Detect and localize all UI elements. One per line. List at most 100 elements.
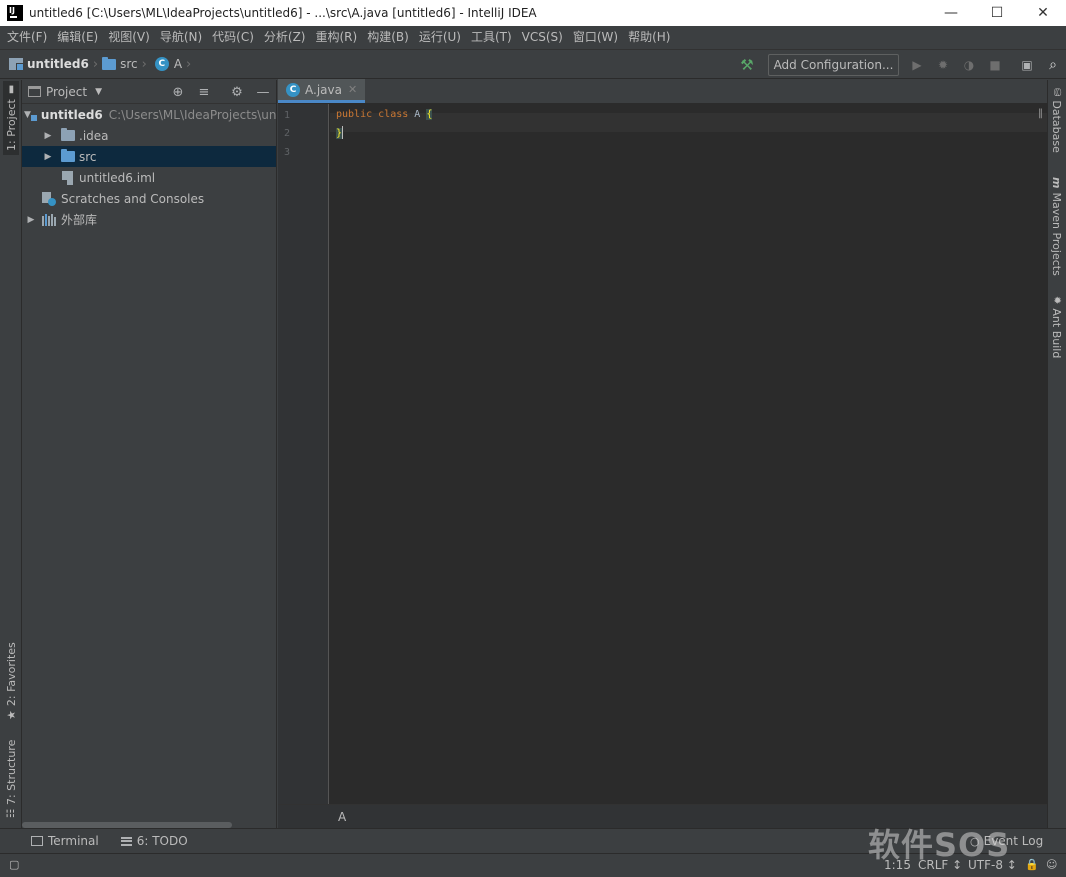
add-configuration-button[interactable]: Add Configuration...: [768, 54, 899, 76]
breadcrumb-src-label: src: [120, 57, 138, 71]
tree-row-src[interactable]: ▶ src: [22, 146, 276, 167]
tree-root-path: C:\Users\ML\IdeaProjects\untitled6: [108, 107, 276, 122]
tree-row-idea[interactable]: ▶ .idea: [22, 125, 276, 146]
project-panel-header: Project ▼ ⊕ ≡ ⚙ —: [22, 80, 276, 104]
tool-window-maven[interactable]: m Maven Projects: [1050, 177, 1064, 276]
breadcrumb-class[interactable]: C A: [154, 49, 183, 79]
right-tool-stripe: ⛁ Database m Maven Projects ✹ Ant Build: [1047, 80, 1066, 828]
close-button[interactable]: ✕: [1020, 0, 1066, 26]
watermark: 软件SOS: [868, 826, 1011, 864]
tree-row-iml[interactable]: untitled6.iml: [22, 167, 276, 188]
tool-window-structure[interactable]: ☷ 7: Structure: [3, 740, 19, 818]
project-tree: ▼ untitled6 C:\Users\ML\IdeaProjects\unt…: [22, 104, 276, 230]
tree-item-label: untitled6.iml: [79, 170, 156, 185]
tool-window-database[interactable]: ⛁ Database: [1050, 88, 1064, 153]
pause-icon[interactable]: ‖: [1038, 108, 1043, 119]
code-editor[interactable]: 1 2 3 public class A { } ‖: [278, 104, 1047, 804]
tree-row-external-libraries[interactable]: ▶ 外部库: [22, 209, 276, 230]
menu-bar: 文件(F) 编辑(E) 视图(V) 导航(N) 代码(C) 分析(Z) 重构(R…: [0, 26, 1066, 49]
debug-icon[interactable]: ✹: [934, 56, 952, 74]
close-tab-icon[interactable]: ✕: [348, 83, 357, 96]
tool-window-ant[interactable]: ✹ Ant Build: [1050, 296, 1064, 358]
menu-edit[interactable]: 编辑(E): [52, 26, 103, 49]
module-icon: [9, 58, 24, 71]
collapsed-arrow-icon[interactable]: ▶: [41, 152, 55, 162]
search-everywhere-icon[interactable]: ⌕: [1044, 56, 1062, 74]
menu-run[interactable]: 运行(U): [414, 26, 466, 49]
menu-navigate[interactable]: 导航(N): [155, 26, 207, 49]
star-icon: ★: [4, 710, 18, 720]
maximize-button[interactable]: ☐: [974, 0, 1020, 26]
project-tool-window: Project ▼ ⊕ ≡ ⚙ — ▼ untitled6 C:\Users\M…: [22, 80, 277, 828]
keyword-public: public: [336, 109, 373, 120]
structure-tool-label: 7: Structure: [4, 739, 18, 806]
editor-tab-label: A.java: [305, 82, 342, 97]
window-controls: — ☐ ✕: [928, 0, 1066, 26]
tree-row-scratches[interactable]: Scratches and Consoles: [22, 188, 276, 209]
favorites-tool-label: 2: Favorites: [4, 642, 18, 707]
terminal-label: Terminal: [48, 834, 99, 848]
breadcrumb-src[interactable]: src: [102, 49, 138, 79]
editor-breadcrumb[interactable]: A: [338, 810, 346, 824]
menu-code[interactable]: 代码(C): [207, 26, 259, 49]
menu-tools[interactable]: 工具(T): [466, 26, 517, 49]
database-icon: ⛁: [1051, 88, 1063, 97]
build-hammer-icon[interactable]: ⚒: [738, 56, 756, 74]
editor-tab-bar: C A.java ✕: [278, 79, 1047, 104]
open-brace: {: [426, 109, 433, 120]
code-line-1: public class A {: [336, 109, 433, 120]
todo-label: 6: TODO: [136, 834, 188, 848]
menu-analyze[interactable]: 分析(Z): [259, 26, 311, 49]
collapse-all-icon[interactable]: ≡: [195, 83, 213, 101]
menu-refactor[interactable]: 重构(R): [311, 26, 363, 49]
locate-file-icon[interactable]: ⊕: [169, 83, 187, 101]
project-view-selector[interactable]: Project ▼: [28, 85, 102, 99]
lock-icon[interactable]: 🔒: [1025, 858, 1039, 871]
tool-window-terminal[interactable]: Terminal: [31, 834, 99, 848]
breadcrumb-class-label: A: [173, 57, 183, 71]
tool-window-todo[interactable]: 6: TODO: [120, 834, 188, 848]
tree-item-label: .idea: [79, 128, 109, 143]
menu-help[interactable]: 帮助(H): [623, 26, 675, 49]
menu-view[interactable]: 视图(V): [103, 26, 155, 49]
breadcrumb-separator-icon: ›: [92, 56, 99, 72]
tree-root-label: untitled6: [40, 107, 103, 122]
file-icon: [62, 170, 73, 185]
chevron-down-icon: ▼: [95, 86, 102, 97]
breadcrumb-separator-icon: ›: [186, 56, 192, 72]
collapsed-arrow-icon[interactable]: ▶: [41, 131, 55, 141]
navigation-bar: untitled6 › src › C A › ⚒ Add Configurat…: [0, 49, 1066, 79]
menu-build[interactable]: 构建(B): [362, 26, 414, 49]
todo-icon: [120, 836, 132, 846]
breadcrumb-project[interactable]: untitled6: [9, 49, 89, 79]
stop-icon[interactable]: ■: [986, 56, 1004, 74]
menu-window[interactable]: 窗口(W): [568, 26, 623, 49]
gear-icon[interactable]: ⚙: [228, 83, 246, 101]
keyword-class: class: [378, 109, 409, 120]
project-structure-icon[interactable]: ▣: [1018, 56, 1036, 74]
tool-window-favorites[interactable]: ★ 2: Favorites: [3, 642, 19, 720]
menu-file[interactable]: 文件(F): [2, 26, 52, 49]
tree-row-root[interactable]: ▼ untitled6 C:\Users\ML\IdeaProjects\unt…: [22, 104, 276, 125]
tool-window-project[interactable]: 1: Project ▬: [3, 80, 19, 155]
project-view-icon: [28, 86, 41, 97]
breadcrumb-project-label: untitled6: [27, 57, 89, 71]
line-number: 3: [283, 147, 290, 158]
coverage-icon[interactable]: ◑: [960, 56, 978, 74]
tree-item-label: 外部库: [61, 213, 98, 227]
text-caret: [342, 126, 344, 139]
source-folder-icon: [61, 149, 75, 162]
hide-panel-icon[interactable]: —: [254, 83, 272, 101]
collapsed-arrow-icon[interactable]: ▶: [24, 215, 38, 225]
line-number: 1: [283, 110, 290, 121]
scratches-icon: [42, 191, 56, 206]
project-panel-title: Project: [46, 84, 88, 99]
editor-tab-a-java[interactable]: C A.java ✕: [278, 79, 366, 103]
menu-vcs[interactable]: VCS(S): [517, 26, 568, 49]
inspector-icon[interactable]: ☺: [1046, 858, 1057, 871]
minimize-button[interactable]: —: [928, 0, 974, 26]
toggle-tool-windows-icon[interactable]: ▢: [9, 858, 19, 871]
run-icon[interactable]: ▶: [908, 56, 926, 74]
structure-icon: ☷: [5, 809, 17, 818]
tree-item-label: Scratches and Consoles: [61, 191, 205, 206]
